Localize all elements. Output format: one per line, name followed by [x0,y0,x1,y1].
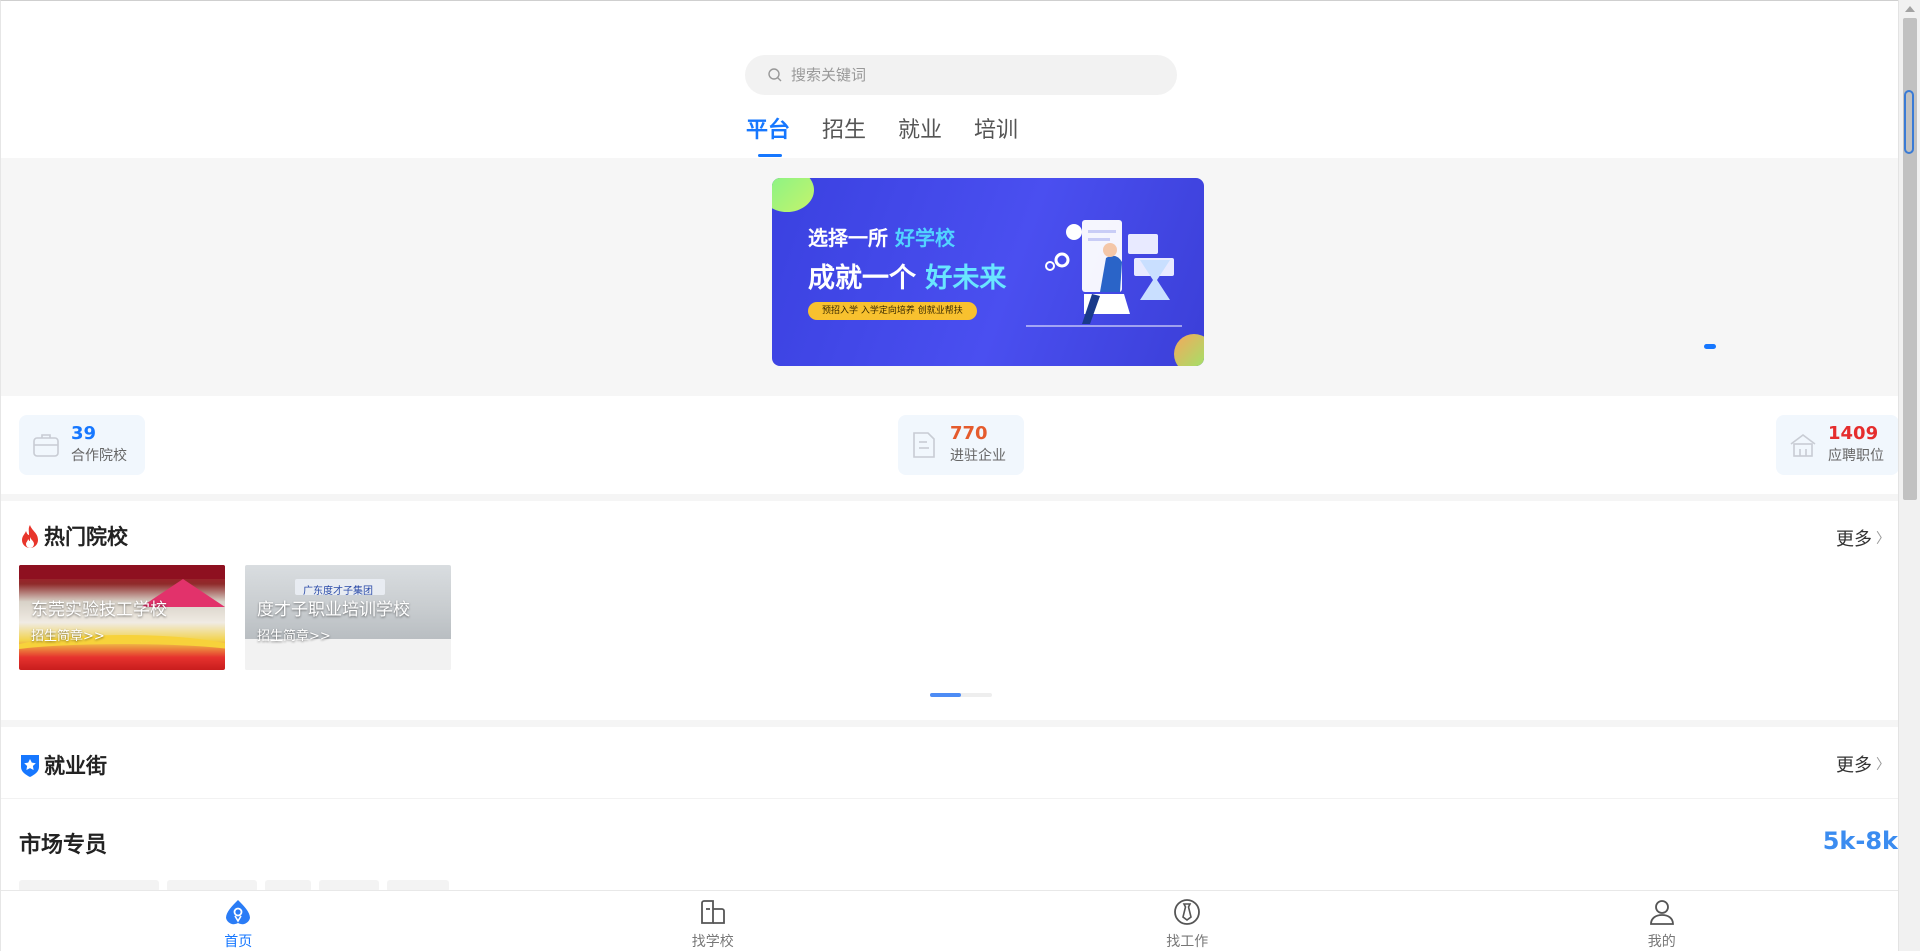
search-input[interactable] [791,66,1151,84]
tab-platform[interactable]: 平台 [746,115,790,157]
tabbar-label: 找工作 [1166,934,1209,950]
home-icon [226,900,251,925]
school-name: 度才子职业培训学校 [257,600,410,620]
stat-positions[interactable]: 1409 应聘职位 [1776,415,1898,475]
tie-icon [1174,899,1201,925]
jobs-header: 就业街 [19,750,107,780]
job-title[interactable]: 市场专员 [19,827,107,859]
decor-blob [772,178,814,212]
school-brochure-link[interactable]: 招生简章>> [31,625,105,644]
section-separator [1,494,1898,501]
briefcase-icon [33,434,59,457]
tab-admissions[interactable]: 招生 [822,115,866,157]
school-icon [700,900,725,924]
stat-value: 770 [950,423,988,444]
building-icon [913,432,935,458]
section-separator [1,720,1898,727]
chevron-right-icon: 〉 [1876,531,1890,547]
stat-partner-schools[interactable]: 39 合作院校 [19,415,145,475]
photo-decor [19,565,225,579]
tabbar-find-school[interactable]: 找学校 [476,891,951,951]
section-title: 热门院校 [44,525,128,549]
app-root: 平台 招生 就业 培训 选择一所 好学校 成就一个 好未来 预招入学 入学定向培… [0,0,1898,951]
search-icon [768,68,782,82]
more-label: 更多 [1836,529,1872,550]
chevron-right-icon: 〉 [1876,757,1890,773]
carousel-indicator[interactable] [1704,344,1716,349]
school-sign: 广东度才子集团 [295,579,385,597]
bottom-tabbar: 首页 找学校 找工作 我的 [1,890,1898,951]
banner-slide[interactable]: 选择一所 好学校 成就一个 好未来 预招入学 入学定向培养 创就业帮扶 [772,178,1204,366]
hot-schools-more-link[interactable]: 更多〉 [1836,525,1890,551]
school-name: 东莞实验技工学校 [31,600,167,620]
scrollbar-focus-ring [1904,90,1914,154]
banner-carousel: 选择一所 好学校 成就一个 好未来 预招入学 入学定向培养 创就业帮扶 [1,158,1898,396]
tabbar-home[interactable]: 首页 [1,891,476,951]
person-laptop-illustration-icon [1026,220,1182,327]
stat-companies[interactable]: 770 进驻企业 [898,415,1024,475]
stat-value: 39 [71,423,97,444]
banner-headline-1: 选择一所 好学校 [808,226,955,250]
schools-scroll-indicator [930,693,992,697]
user-icon [1649,900,1674,925]
top-tabs: 平台 招生 就业 培训 [746,115,1050,157]
tabbar-find-job[interactable]: 找工作 [950,891,1425,951]
tabbar-label: 找学校 [691,934,734,950]
banner-pill: 预招入学 入学定向培养 创就业帮扶 [808,302,977,320]
stat-label: 合作院校 [71,448,127,464]
stat-label: 进驻企业 [950,448,1006,464]
badge-star-icon [21,755,39,777]
school-card[interactable]: 东莞实验技工学校 招生简章>> [19,565,225,670]
school-card[interactable]: 广东度才子集团 度才子职业培训学校 招生简章>> [245,565,451,670]
flame-icon [22,525,38,548]
stat-value: 1409 [1828,423,1879,444]
scroll-indicator-thumb [930,693,961,697]
tabbar-mine[interactable]: 我的 [1425,891,1899,951]
tabbar-label: 我的 [1647,934,1676,950]
tabbar-label: 首页 [224,934,253,950]
job-salary: 5k-8k [1822,827,1898,855]
stat-label: 应聘职位 [1828,448,1884,464]
search-bar[interactable] [745,55,1177,95]
jobs-more-link[interactable]: 更多〉 [1836,751,1890,777]
page-scrollbar[interactable] [1898,0,1920,951]
section-title: 就业街 [44,754,107,778]
banner-headline-2: 成就一个 好未来 [808,263,1007,294]
office-icon [1790,434,1816,457]
school-brochure-link[interactable]: 招生简章>> [257,625,331,644]
tab-employment[interactable]: 就业 [898,115,942,157]
hot-schools-header: 热门院校 [19,521,128,551]
more-label: 更多 [1836,755,1872,776]
divider [1,798,1898,799]
tab-training[interactable]: 培训 [974,115,1018,157]
scroll-up-arrow-icon[interactable] [1905,6,1915,12]
